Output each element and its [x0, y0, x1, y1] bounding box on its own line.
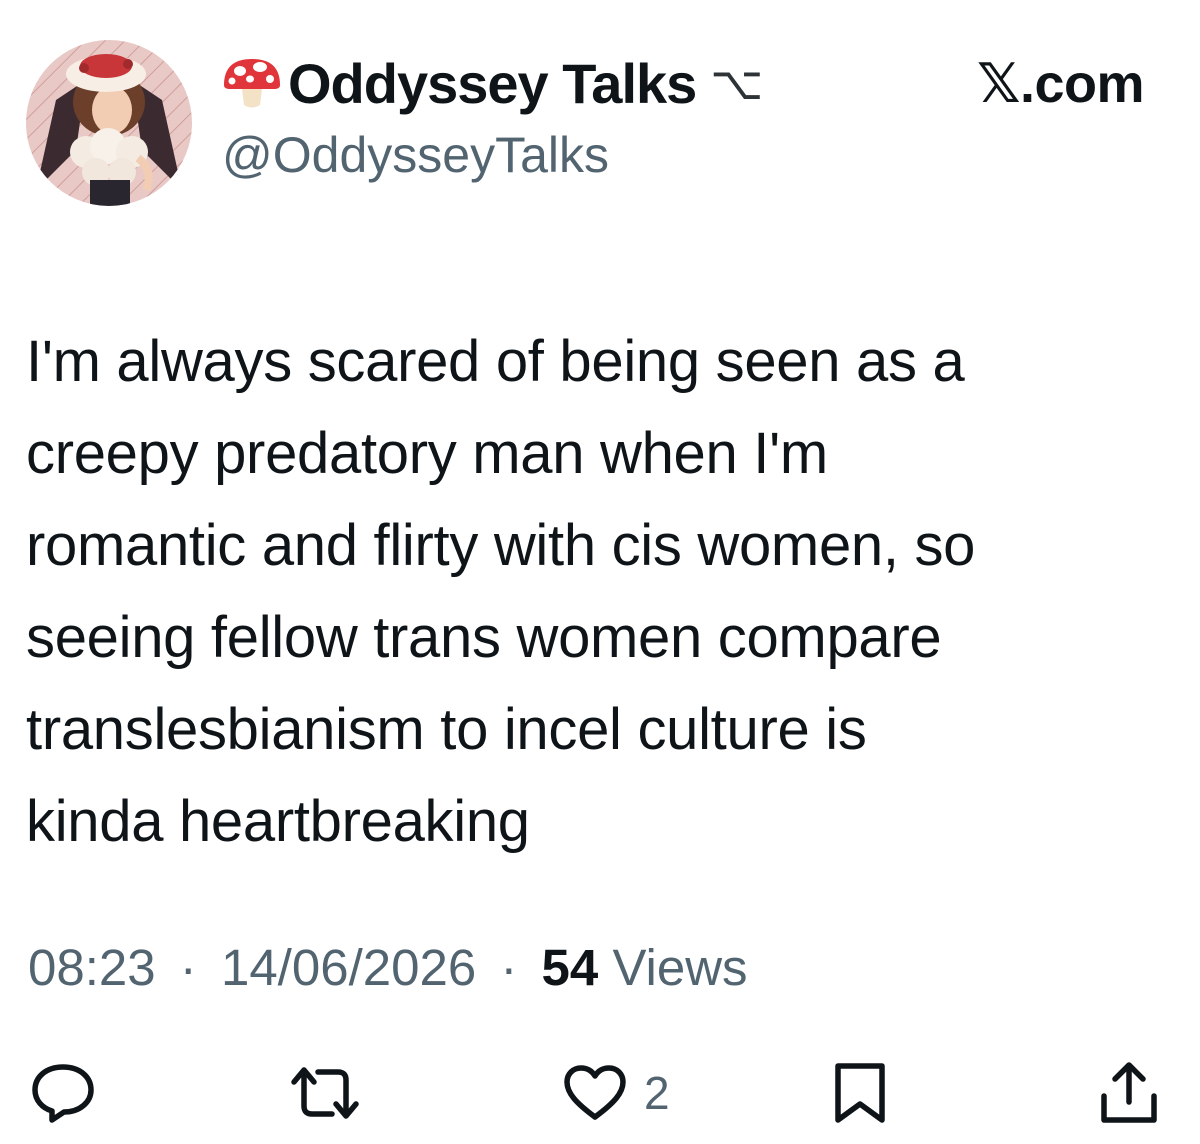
mushroom-icon — [224, 59, 280, 108]
action-bar: 2 — [0, 1058, 1200, 1128]
site-label: 𝕏.com — [976, 54, 1145, 114]
like-count: 2 — [644, 1067, 670, 1119]
meta-separator: · — [179, 939, 197, 996]
tweet-line: translesbianism to incel culture is — [26, 697, 867, 762]
avatar[interactable] — [26, 40, 192, 206]
tweet-meta: 08:23 · 14/06/2026 · 54 Views — [28, 938, 748, 997]
user-handle[interactable]: @OddysseyTalks — [222, 126, 609, 184]
views-count: 54 — [541, 939, 599, 996]
tweet-text: I'm always scared of being seen as a cre… — [26, 316, 1176, 868]
tweet-line: I'm always scared of being seen as a — [26, 329, 965, 394]
bookmark-icon — [835, 1063, 885, 1123]
tweet-line: romantic and flirty with cis women, so — [26, 513, 976, 578]
display-name[interactable]: Oddyssey Talks — [288, 51, 697, 116]
option-key-icon: ⌥ — [710, 56, 764, 110]
share-icon — [1101, 1062, 1157, 1123]
reply-button[interactable] — [30, 1058, 96, 1128]
bookmark-button[interactable] — [830, 1058, 890, 1128]
name-row[interactable]: Oddyssey Talks ⌥ — [220, 51, 764, 116]
tweet-line: creepy predatory man when I'm — [26, 421, 828, 486]
repost-icon — [291, 1067, 359, 1119]
repost-button[interactable] — [286, 1058, 364, 1128]
tweet-date[interactable]: 14/06/2026 — [221, 939, 476, 996]
heart-icon — [564, 1065, 626, 1120]
views-label: Views — [612, 939, 748, 996]
like-button[interactable]: 2 — [562, 1058, 670, 1128]
reply-icon — [32, 1064, 94, 1123]
tweet-line: kinda heartbreaking — [26, 789, 530, 854]
avatar-image — [26, 40, 192, 206]
tweet-line: seeing fellow trans women compare — [26, 605, 942, 670]
tweet-time[interactable]: 08:23 — [28, 939, 156, 996]
tweet-card: Oddyssey Talks ⌥ @OddysseyTalks 𝕏.com I'… — [0, 0, 1200, 1144]
meta-separator: · — [500, 939, 518, 996]
share-button[interactable] — [1096, 1058, 1162, 1128]
